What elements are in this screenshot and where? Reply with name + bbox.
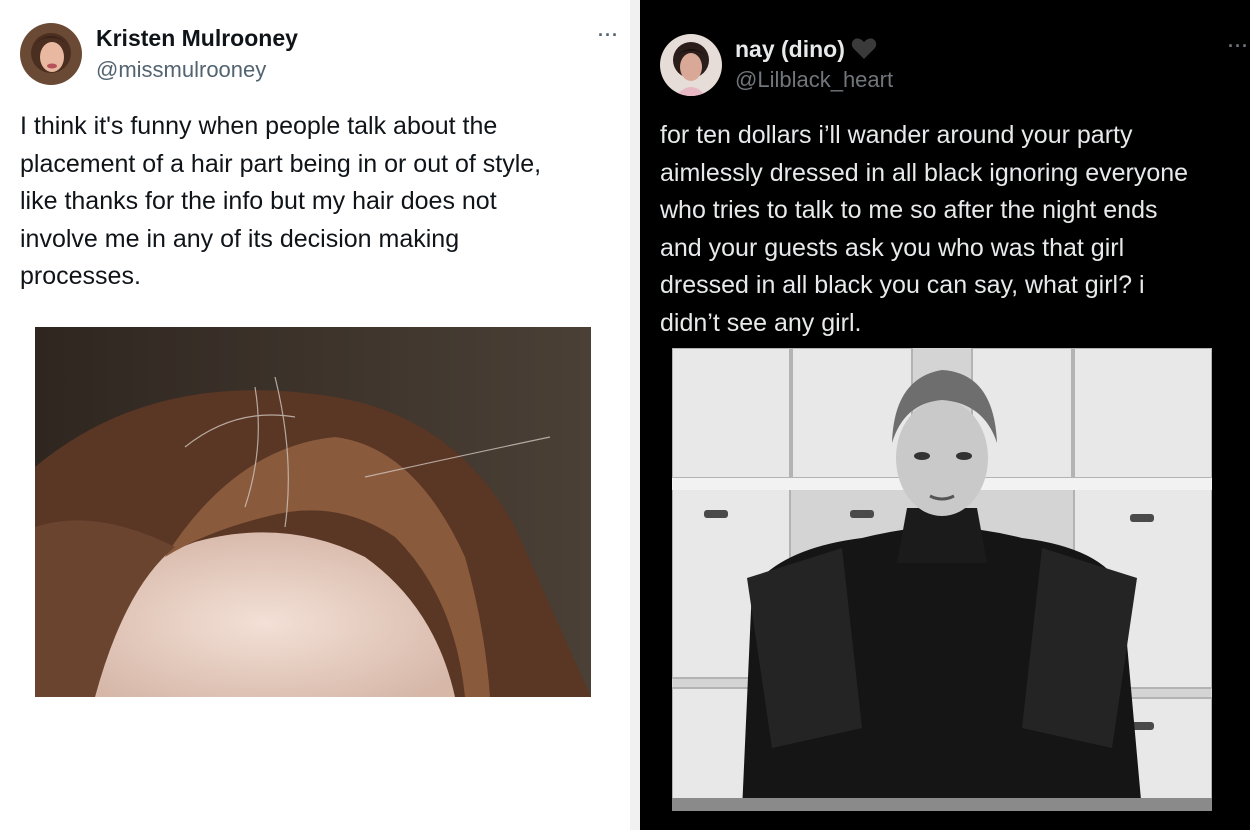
avatar-image	[660, 34, 722, 96]
tweet-text: for ten dollars i’ll wander around your …	[660, 121, 1189, 337]
display-name-text: nay (dino)	[735, 36, 845, 62]
woman-black-dress-photo	[672, 348, 1212, 811]
hair-part-photo	[35, 327, 591, 697]
tweet-photo[interactable]	[35, 327, 591, 697]
user-handle[interactable]: @Lilblack_heart	[735, 67, 893, 93]
user-handle[interactable]: @missmulrooney	[96, 57, 266, 83]
tweet-card-right: nay (dino) @Lilblack_heart ··· for ten d…	[640, 0, 1250, 830]
display-name[interactable]: Kristen Mulrooney	[96, 25, 298, 52]
more-options-icon[interactable]: ···	[1228, 36, 1249, 57]
avatar-image	[20, 23, 82, 85]
tweet-text: I think it's funny when people talk abou…	[20, 112, 542, 290]
avatar[interactable]	[660, 34, 722, 96]
tweet-card-left: Kristen Mulrooney @missmulrooney ··· I t…	[0, 0, 630, 830]
more-options-icon[interactable]: ···	[598, 25, 619, 46]
panel-divider	[630, 0, 640, 830]
display-name[interactable]: nay (dino)	[735, 36, 877, 66]
black-heart-icon	[851, 36, 877, 66]
avatar[interactable]	[20, 23, 82, 85]
tweet-photo[interactable]	[672, 348, 1212, 811]
